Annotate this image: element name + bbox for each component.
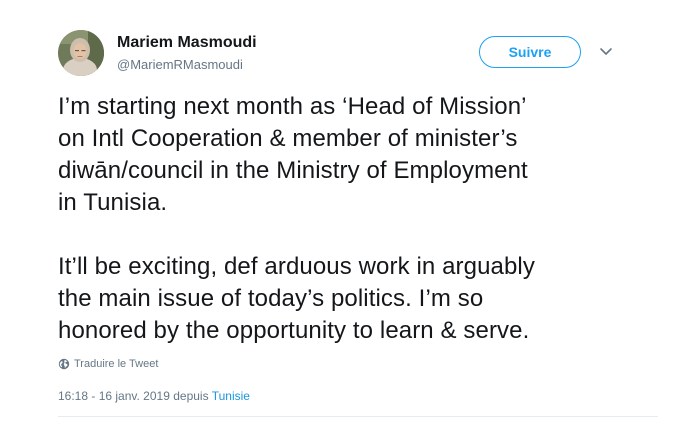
timestamp[interactable]: 16:18 - 16 janv. 2019 xyxy=(58,389,170,403)
divider xyxy=(58,416,658,417)
tweet-card: Mariem Masmoudi @MariemRMasmoudi Suivre … xyxy=(0,0,675,425)
avatar[interactable] xyxy=(58,30,104,76)
via-label: depuis xyxy=(173,389,209,403)
tweet-paragraph: I’m starting next month as ‘Head of Miss… xyxy=(58,93,528,216)
tweet-text: I’m starting next month as ‘Head of Miss… xyxy=(58,91,658,347)
user-name[interactable]: Mariem Masmoudi xyxy=(117,34,257,52)
globe-icon xyxy=(58,358,70,370)
user-handle[interactable]: @MariemRMasmoudi xyxy=(117,57,243,72)
tweet-paragraph: It’ll be exciting, def arduous work in a… xyxy=(58,253,535,344)
tweet-metadata: 16:18 - 16 janv. 2019 depuis Tunisie xyxy=(58,389,250,403)
avatar-image xyxy=(58,30,104,76)
translate-label: Traduire le Tweet xyxy=(74,358,159,370)
chevron-down-icon[interactable] xyxy=(598,45,614,59)
follow-button[interactable]: Suivre xyxy=(479,36,581,68)
location-link[interactable]: Tunisie xyxy=(212,389,250,403)
translate-tweet-link[interactable]: Traduire le Tweet xyxy=(58,358,158,370)
